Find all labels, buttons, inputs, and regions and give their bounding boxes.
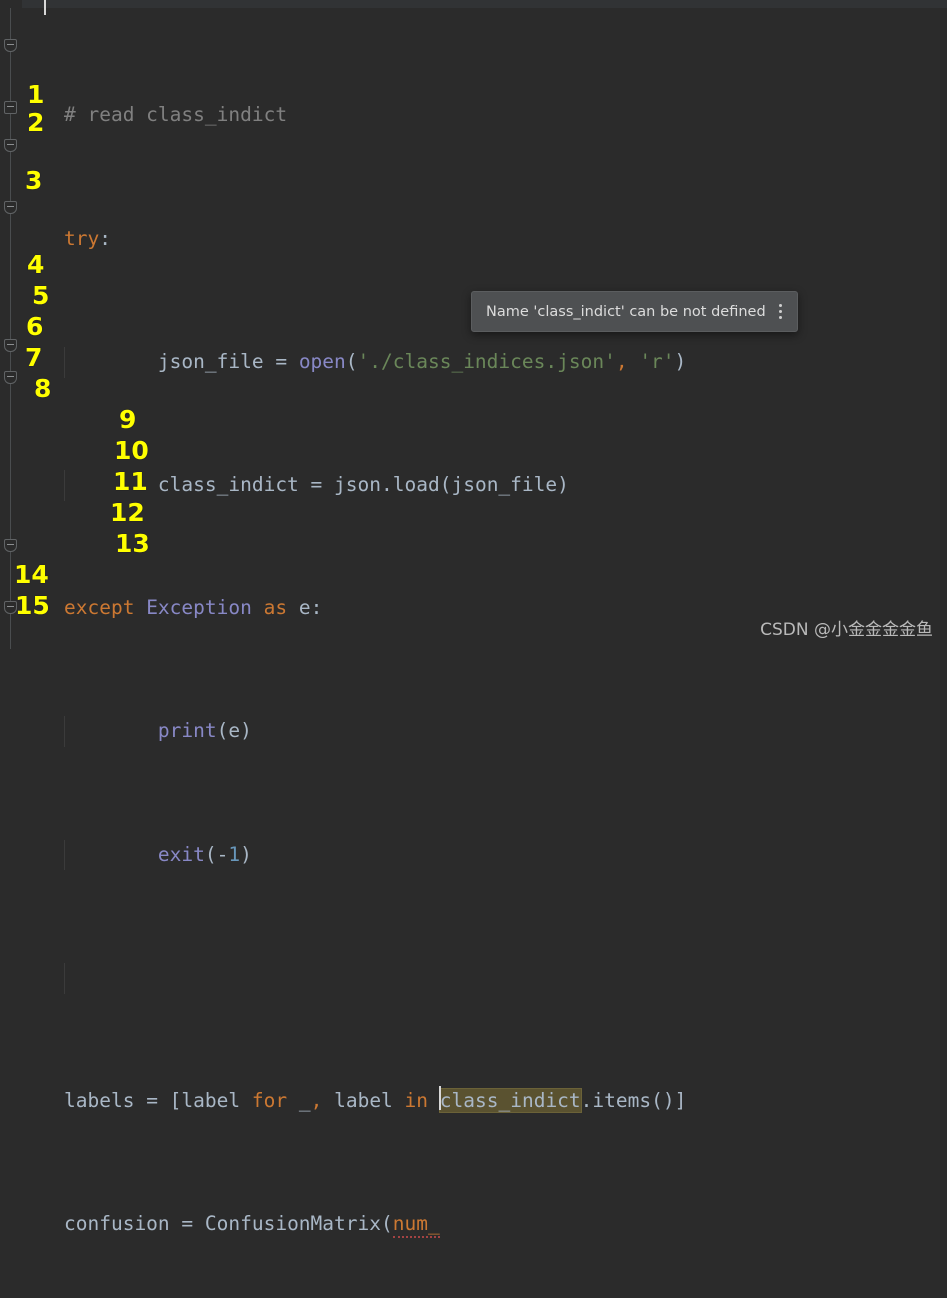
code-line[interactable]: class_indict = json.load(json_file) [22,469,947,501]
code-token-ident: e [298,596,311,620]
code-token-ident: confusion [64,1212,182,1236]
code-line-blank[interactable] [22,962,947,994]
step-annotation: 12 [110,498,145,527]
code-token-op: ( [439,472,452,496]
step-annotation: 15 [15,591,50,620]
code-token-ident: items [592,1088,652,1112]
fold-marker-except[interactable] [3,138,18,153]
step-annotation: 7 [25,343,43,372]
code-token-op: (- [204,842,229,866]
code-token-ident: labels [64,1088,147,1112]
code-line[interactable]: try: [22,224,947,255]
fold-marker-block-1[interactable] [3,100,18,115]
code-token-ident: label [334,1088,405,1112]
fold-marker-block-2[interactable] [3,200,18,215]
code-token-ident: label [181,1088,252,1112]
step-annotation: 5 [32,281,50,310]
code-line[interactable]: # read class_indict [22,100,947,131]
code-token-keyword: as [263,596,299,620]
highlighted-identifier[interactable]: class_indict [438,1087,582,1113]
code-token-op: ( [381,1212,393,1236]
code-token-exception: Exception [146,596,264,620]
code-token-keyword: for [251,1088,299,1112]
fold-marker-for[interactable] [3,370,18,385]
code-token-keyword: except [64,596,147,620]
code-token-ident: json_file [157,349,276,373]
code-token-builtin: exit [157,842,205,866]
watermark: CSDN @小金金金金鱼 [760,620,933,640]
code-token-op: ) [674,349,687,373]
kebab-menu-icon[interactable] [773,302,787,322]
step-annotation: 8 [34,374,52,403]
inspection-message: Name 'class_indict' can be not defined [486,303,766,320]
code-token-op: = [275,349,299,373]
code-token-ident: class_indict [157,472,311,496]
code-token-op: ) [240,719,252,743]
code-token-op: = [310,472,335,496]
code-token-op: , [310,1088,323,1112]
code-token-ident: json [334,472,381,496]
code-line[interactable]: exit(-1) [22,839,947,871]
editor-top-strip [0,0,947,8]
code-token-op: . [580,1088,593,1112]
code-token-op: = [181,1212,205,1236]
code-token-ident: e [228,719,241,743]
code-token-op: : [310,596,323,620]
code-token-comment: # read class_indict [64,103,288,127]
fold-marker-with[interactable] [3,338,18,353]
code-token-keyword: try [64,226,100,250]
code-token-op: = [ [146,1088,182,1112]
code-token-ident: _ [298,1088,311,1112]
code-token-builtin: open [298,349,346,373]
code-token-builtin: print [157,719,217,743]
code-token-number: 1 [228,842,241,866]
code-token-op: ( [216,719,229,743]
code-line[interactable]: json_file = open('./class_indices.json',… [22,346,947,378]
code-token-op: ) [240,842,252,866]
step-annotation: 13 [115,529,150,558]
step-annotation: 1 [27,80,45,109]
inspection-tooltip[interactable]: Name 'class_indict' can be not defined [471,291,798,332]
step-annotation: 10 [114,436,149,465]
code-token-ident: load [392,472,440,496]
step-annotation: 11 [113,467,148,496]
editor-gutter[interactable] [0,0,22,649]
fold-marker-try[interactable] [3,38,18,53]
step-annotation: 9 [119,405,137,434]
fold-marker-block-3[interactable] [3,538,18,553]
step-annotation: 14 [14,560,49,589]
code-token-op: . [381,472,393,496]
code-line[interactable]: confusion = ConfusionMatrix(num_ [22,1209,947,1240]
code-token-kwarg: num_ [392,1212,440,1239]
code-line[interactable]: print(e) [22,716,947,748]
code-token-op: ) [557,472,569,496]
code-token-op: ()] [651,1088,687,1112]
code-token-ident: json_file [451,472,558,496]
code-token-keyword: in [404,1088,440,1112]
code-editor[interactable]: # read class_indict try: json_file = ope… [0,0,947,1239]
code-token-op: : [99,226,111,250]
code-token-class: ConfusionMatrix [204,1212,381,1236]
code-line[interactable]: labels = [label for _, label in class_in… [22,1086,947,1117]
step-annotation: 6 [26,312,44,341]
code-token-op: , [615,349,628,373]
step-annotation: 2 [27,108,45,137]
step-annotation: 3 [25,166,43,195]
code-token-op: ( [345,349,358,373]
step-annotation: 4 [27,250,45,279]
code-token-string: 'r' [639,349,675,373]
code-token-string: './class_indices.json' [357,349,616,373]
